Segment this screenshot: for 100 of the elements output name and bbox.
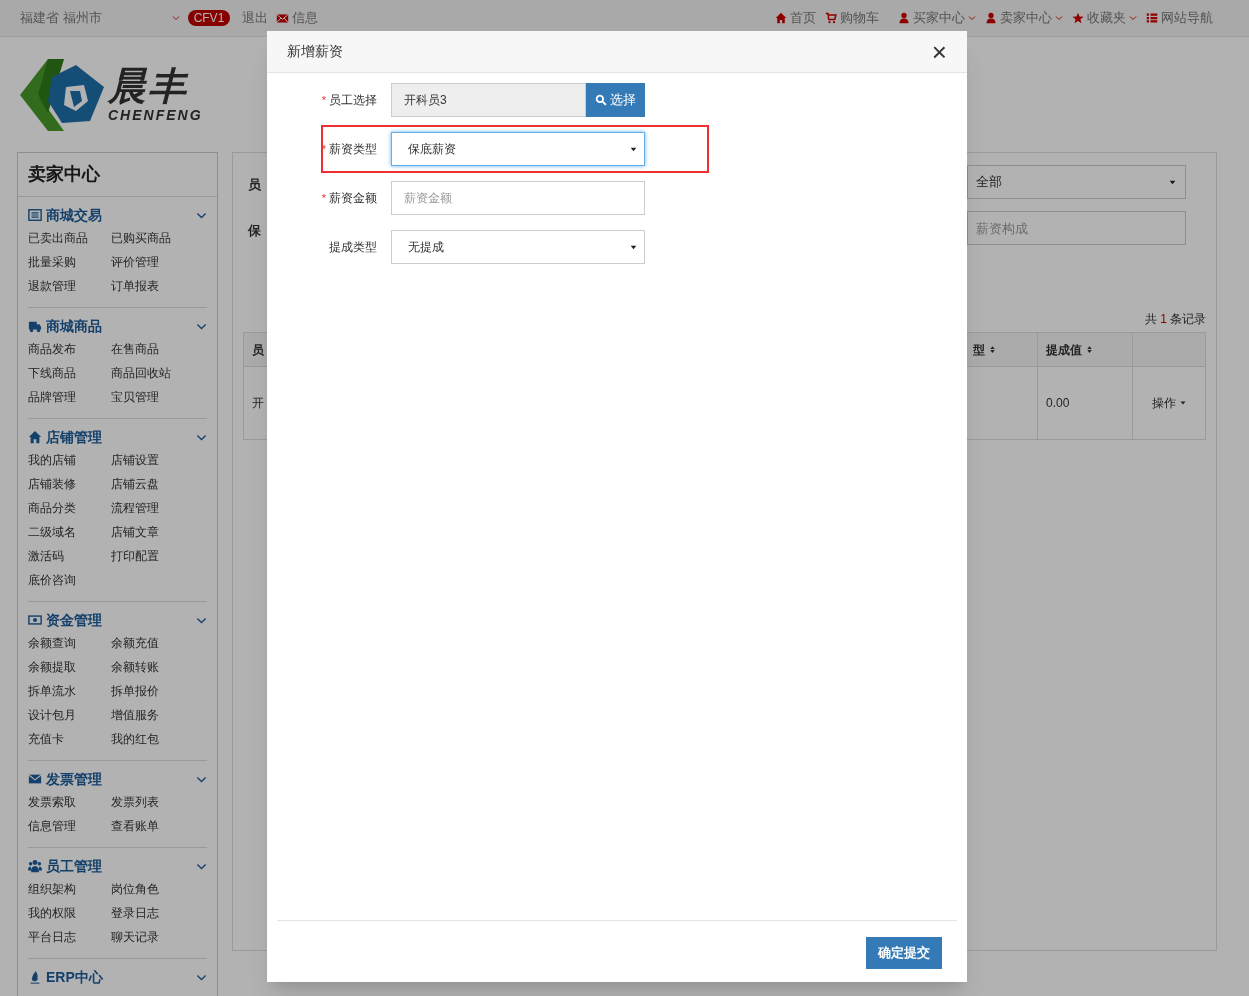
sidebar-link[interactable]: 岗位角色 [111,877,207,901]
sidebar-link[interactable]: 设计包月 [28,703,111,727]
chevron-icon [171,14,180,22]
sidebar-link[interactable]: 二级域名 [28,520,111,544]
cart-icon [825,12,837,24]
field-label: 提成类型 [329,239,377,256]
section-title[interactable]: 店铺管理 [46,426,102,448]
star-icon [1072,12,1084,24]
nav-link[interactable]: 首页 [775,8,816,28]
sidebar-link[interactable]: 底价咨询 [28,568,111,592]
sidebar-link[interactable]: 评价管理 [111,250,207,274]
sidebar-link[interactable]: 店铺云盘 [111,472,207,496]
sidebar-link[interactable]: 商品发布 [28,337,111,361]
sidebar-link[interactable]: 余额查询 [28,631,111,655]
sidebar-link[interactable]: 下线商品 [28,361,111,385]
sidebar-link[interactable]: 发票列表 [111,790,207,814]
sidebar-link[interactable]: 在售商品 [111,337,207,361]
sidebar-link[interactable]: 退款管理 [28,274,111,298]
select-field[interactable]: 保底薪资 [391,132,645,166]
table-cell-text: 开 [251,395,265,412]
record-count-text: 条记录 [1170,311,1206,328]
amount-field[interactable]: 薪资金额 [391,181,645,215]
logo-subtitle: CHENFENG [108,108,203,122]
section-title[interactable]: 商城商品 [46,315,102,337]
sidebar-link[interactable]: 批量采购 [28,250,111,274]
user-icon [898,12,910,24]
column-header[interactable]: 提成值 [1038,333,1133,366]
employee-field[interactable]: 开科员3 [391,83,586,117]
sidebar-link[interactable]: 商品分类 [28,496,111,520]
sidebar-link[interactable]: 增值服务 [111,703,207,727]
sidebar-link[interactable]: 拆单报价 [111,679,207,703]
list-icon [1146,12,1158,24]
sidebar-link[interactable]: 已购买商品 [111,226,207,250]
select-field[interactable]: 无提成 [391,230,645,264]
section-title[interactable]: 发票管理 [46,768,102,790]
record-count: 1 [1160,311,1167,328]
messages-link[interactable]: 信息 [276,8,319,28]
sidebar-link[interactable]: 组织架构 [28,877,111,901]
dialog-title: 新增薪资 [287,42,343,61]
field-label: 薪资金额 [329,190,377,207]
action-button[interactable]: 操作 [1151,394,1187,412]
sidebar-link[interactable]: 查看账单 [111,814,207,838]
level-badge: CFV1 [187,10,231,26]
logo-text: 晨丰 [108,67,190,105]
required-mark: * [321,190,326,206]
submit-button[interactable]: 确定提交 [866,936,942,969]
close-button[interactable]: × [931,38,947,65]
field-label: 员工选择 [329,92,377,109]
mail-icon [28,772,42,786]
sidebar-link[interactable]: 聊天记录 [111,925,207,949]
home-icon [775,12,787,24]
record-count-text: 共 [1145,311,1158,328]
truck-icon [28,319,42,333]
sidebar-link[interactable]: 登录日志 [111,901,207,925]
sidebar-link[interactable]: 平台日志 [28,925,111,949]
sidebar-link[interactable]: 激活码 [28,544,111,568]
caret-icon [1178,399,1187,407]
sidebar-link[interactable]: 店铺设置 [111,448,207,472]
sidebar-link[interactable]: 店铺装修 [28,472,111,496]
sidebar-link[interactable]: 宝贝管理 [111,385,207,409]
list-icon [28,208,42,222]
sidebar-link[interactable]: 充值卡 [28,727,111,751]
users-icon [28,859,42,873]
field-label: 薪资类型 [329,141,377,158]
sidebar-link[interactable]: 余额提取 [28,655,111,679]
sidebar-link[interactable]: 余额转账 [111,655,207,679]
sidebar-title: 卖家中心 [18,153,217,197]
filter-label: 员 [248,176,261,194]
sidebar-link[interactable]: 已卖出商品 [28,226,111,250]
section-title[interactable]: 员工管理 [46,855,102,877]
table-cell: 0.00 [1038,367,1133,439]
sidebar-link[interactable]: 流程管理 [111,496,207,520]
sidebar-link[interactable]: 余额充值 [111,631,207,655]
select-button[interactable]: 选择 [586,83,645,117]
section-title[interactable]: 资金管理 [46,609,102,631]
sort-icon [988,345,997,354]
filter-label: 保 [248,222,261,240]
sidebar-link[interactable]: 我的权限 [28,901,111,925]
sidebar-link[interactable]: 拆单流水 [28,679,111,703]
sort-icon [1085,345,1094,354]
sidebar-link[interactable]: 我的红包 [111,727,207,751]
filter-input[interactable]: 薪资构成 [967,211,1186,245]
section-title[interactable]: ERP中心 [46,966,103,988]
sidebar-link[interactable]: 信息管理 [28,814,111,838]
money-icon [28,613,42,627]
sidebar-link[interactable]: 品牌管理 [28,385,111,409]
sidebar-link[interactable]: 打印配置 [111,544,207,568]
user-icon [985,12,997,24]
search-icon [595,94,607,106]
mail-icon [276,11,290,25]
sidebar-link[interactable]: 订单报表 [111,274,207,298]
drop-icon [28,970,42,984]
sidebar-link[interactable]: 店铺文章 [111,520,207,544]
location-text: 福建省 福州市 [20,9,102,28]
sidebar-link[interactable]: 发票索取 [28,790,111,814]
filter-select[interactable]: 全部 [967,165,1186,199]
required-mark: * [321,92,326,108]
section-title[interactable]: 商城交易 [46,204,102,226]
sidebar-link[interactable]: 商品回收站 [111,361,207,385]
sidebar-link[interactable]: 我的店铺 [28,448,111,472]
